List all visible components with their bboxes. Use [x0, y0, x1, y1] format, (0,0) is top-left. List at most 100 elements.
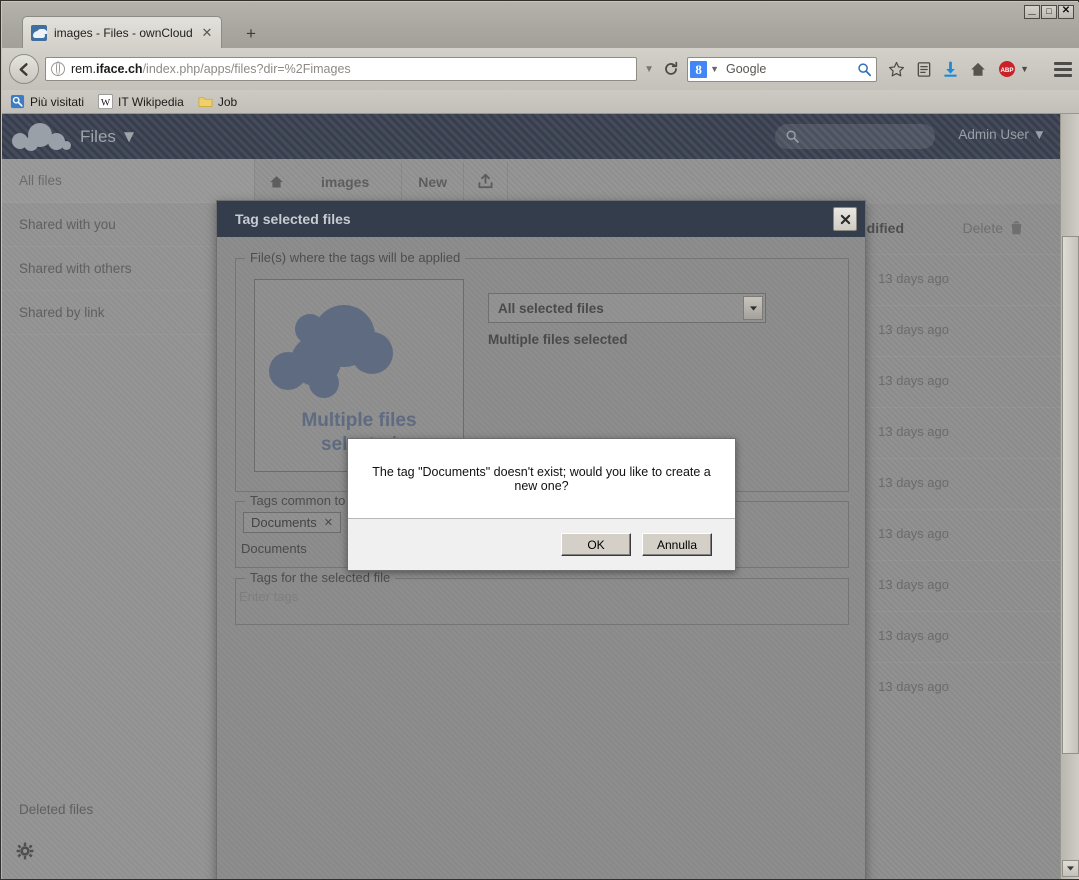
preview-label-line1: Multiple files	[301, 410, 417, 431]
row-modified: 13 days ago	[878, 424, 949, 439]
owncloud-logo-icon[interactable]	[10, 121, 76, 153]
owncloud-search-box[interactable]	[775, 124, 935, 149]
row-modified: 13 days ago	[878, 628, 949, 643]
tab-close-icon[interactable]: ✕	[199, 25, 215, 41]
tag-chip-remove-icon[interactable]: ✕	[324, 516, 333, 529]
browser-tab[interactable]: images - Files - ownCloud ✕	[22, 16, 222, 49]
close-window-button[interactable]: ✕	[1058, 5, 1074, 19]
upload-button[interactable]	[464, 161, 509, 202]
svg-text:W: W	[101, 97, 111, 108]
tag-chip-documents[interactable]: Documents ✕	[243, 512, 341, 533]
dialog-close-button[interactable]	[833, 207, 857, 231]
url-path: /index.php/apps/files?dir=%2Fimages	[142, 62, 351, 76]
new-button[interactable]: New	[401, 161, 465, 202]
navigation-toolbar: rem.iface.ch/index.php/apps/files?dir=%2…	[2, 48, 1079, 90]
row-modified: 13 days ago	[878, 526, 949, 541]
trash-icon	[1011, 221, 1022, 235]
dialog-titlebar: Tag selected files	[217, 201, 865, 237]
owncloud-controls-bar: images New	[255, 159, 1060, 204]
bookmark-it-wikipedia[interactable]: W IT Wikipedia	[98, 94, 184, 109]
window-titlebar: _ □ ✕ images - Files - ownCloud ✕ +	[2, 0, 1079, 49]
bookmark-star-icon[interactable]	[888, 61, 905, 78]
maximize-button[interactable]: □	[1041, 5, 1057, 19]
file-scope-select[interactable]: All selected files	[488, 293, 766, 323]
file-scope-value: All selected files	[498, 300, 604, 316]
window-controls: _ □ ✕	[1024, 0, 1074, 19]
folder-icon	[198, 97, 213, 107]
home-icon[interactable]	[969, 61, 987, 78]
app-name-menu[interactable]: Files ▼	[80, 127, 137, 147]
row-modified: 13 days ago	[878, 322, 949, 337]
home-icon	[269, 175, 283, 188]
search-icon[interactable]	[857, 62, 872, 77]
row-modified: 13 days ago	[878, 577, 949, 592]
adblock-icon: ABP	[999, 61, 1016, 77]
upload-icon	[478, 173, 493, 189]
new-tab-button[interactable]: +	[239, 24, 263, 46]
cancel-button[interactable]: Annulla	[642, 533, 712, 556]
bookmark-label: Job	[217, 94, 238, 109]
svg-text:ABP: ABP	[1001, 67, 1014, 74]
confirm-dialog: The tag "Documents" doesn't exist; would…	[347, 438, 736, 571]
sidebar-item-label: Shared with you	[19, 217, 116, 232]
hamburger-menu-icon[interactable]	[1054, 61, 1072, 77]
downloads-icon[interactable]	[943, 61, 958, 78]
reader-list-icon[interactable]	[916, 61, 932, 78]
app-name-label: Files	[80, 126, 116, 146]
row-modified: 13 days ago	[878, 679, 949, 694]
maximize-icon: □	[1046, 5, 1052, 16]
bookmark-job[interactable]: Job	[198, 94, 237, 109]
back-arrow-icon	[19, 62, 28, 76]
tab-strip: images - Files - ownCloud ✕ +	[3, 16, 803, 49]
search-input[interactable]: Google	[726, 62, 857, 76]
globe-icon	[51, 61, 65, 76]
dialog-title: Tag selected files	[235, 211, 351, 227]
minimize-button[interactable]: _	[1024, 0, 1040, 19]
owncloud-header: Files ▼ Admin User ▼	[2, 114, 1060, 159]
adblock-caret-icon: ▼	[1020, 64, 1029, 74]
tab-title: images - Files - ownCloud	[54, 26, 193, 40]
selected-file-tags-legend: Tags for the selected file	[245, 570, 396, 585]
most-visited-icon	[10, 94, 25, 109]
user-menu[interactable]: Admin User ▼	[958, 127, 1046, 142]
reload-icon[interactable]	[663, 61, 679, 77]
page-viewport: Files ▼ Admin User ▼ All files Shared wi…	[2, 114, 1079, 879]
confirm-dialog-body: The tag "Documents" doesn't exist; would…	[348, 439, 735, 519]
row-modified: 13 days ago	[878, 373, 949, 388]
search-engine-caret-icon[interactable]: ▼	[710, 64, 719, 74]
owncloud-favicon-icon	[31, 25, 47, 41]
google-icon: 8	[690, 60, 708, 78]
settings-button[interactable]	[16, 842, 34, 865]
breadcrumb-images[interactable]: images	[321, 174, 369, 190]
address-actions: ▼	[644, 61, 679, 77]
scrollbar-thumb[interactable]	[1062, 236, 1079, 754]
chevron-down-icon	[743, 296, 763, 320]
search-bar[interactable]: 8 ▼ Google	[687, 56, 878, 82]
bookmark-most-visited[interactable]: Più visitati	[10, 94, 84, 109]
chevron-down-icon	[1067, 866, 1074, 871]
breadcrumb-home[interactable]	[255, 174, 297, 190]
tag-suggestion-item[interactable]: Documents	[241, 541, 307, 556]
browser-window: _ □ ✕ images - Files - ownCloud ✕ + rem.…	[0, 0, 1079, 880]
address-bar[interactable]: rem.iface.ch/index.php/apps/files?dir=%2…	[45, 57, 638, 81]
page-scrollbar[interactable]	[1060, 114, 1079, 879]
column-delete[interactable]: Delete	[963, 220, 1024, 236]
adblock-button[interactable]: ABP ▼	[998, 60, 1029, 78]
row-modified: 13 days ago	[878, 271, 949, 286]
multiple-files-note: Multiple files selected	[488, 332, 628, 347]
url-text: rem.iface.ch/index.php/apps/files?dir=%2…	[71, 62, 351, 76]
tag-input[interactable]: Enter tags	[239, 589, 839, 604]
scrollbar-down-button[interactable]	[1062, 860, 1079, 877]
wikipedia-icon: W	[98, 94, 114, 109]
bookmark-label: IT Wikipedia	[118, 94, 184, 109]
chevron-down-icon[interactable]: ▼	[644, 64, 654, 75]
back-button[interactable]	[9, 54, 39, 84]
chevron-down-icon: ▼	[120, 126, 138, 146]
ok-button[interactable]: OK	[561, 533, 631, 556]
sidebar-item-label: All files	[19, 173, 62, 188]
minimize-icon: _	[1028, 0, 1036, 16]
bookmarks-bar: Più visitati W IT Wikipedia Job	[2, 90, 1079, 114]
sidebar-item-all-files[interactable]: All files	[2, 159, 254, 203]
files-fieldset-legend: File(s) where the tags will be applied	[245, 250, 466, 265]
gear-icon	[16, 842, 34, 860]
